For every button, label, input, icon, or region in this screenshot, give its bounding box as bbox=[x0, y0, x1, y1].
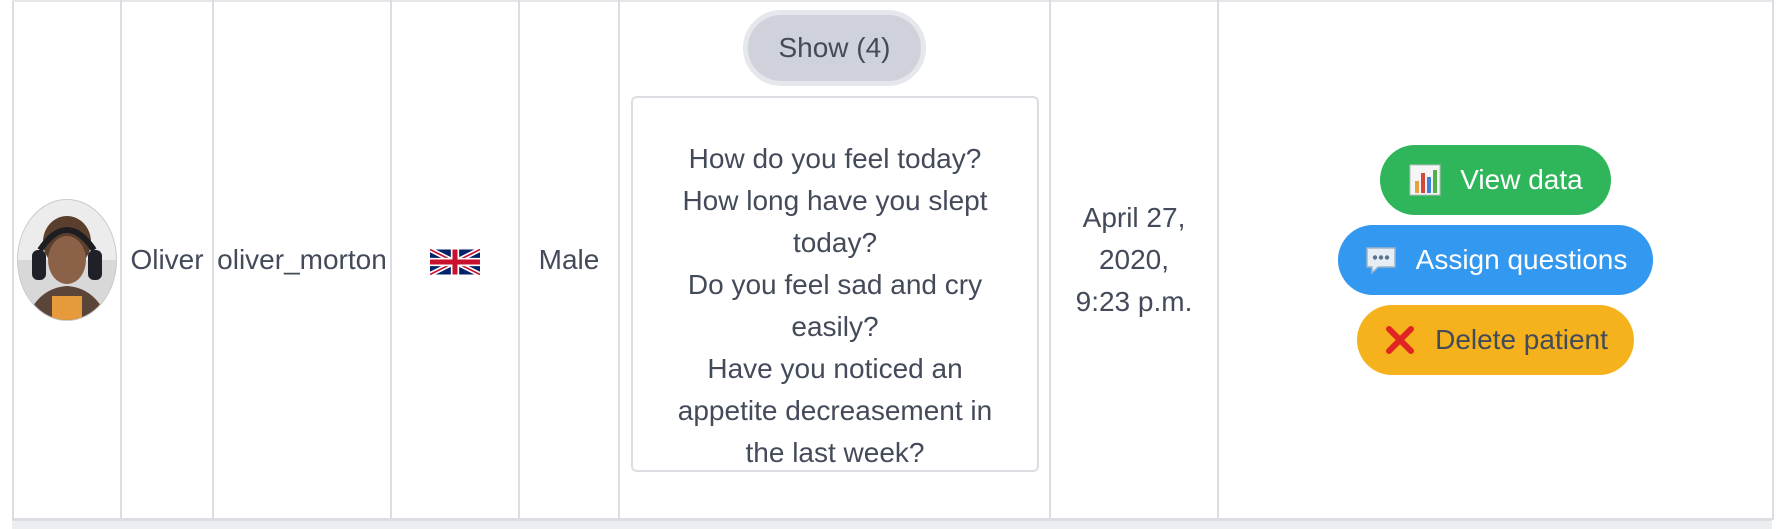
assign-questions-label: Assign questions bbox=[1415, 244, 1628, 275]
avatar-cell bbox=[12, 0, 122, 520]
gender-cell: Male bbox=[518, 0, 620, 520]
patients-table: Oliver oliver_morton Male Show (4) How d… bbox=[12, 0, 1774, 520]
avatar bbox=[17, 199, 117, 321]
delete-patient-label: Delete patient bbox=[1435, 324, 1608, 355]
patient-username: oliver_morton bbox=[217, 244, 387, 275]
registration-date: April 27, 2020, 9:23 p.m. bbox=[1075, 202, 1193, 317]
question-item: Have you noticed an appetite decreasemen… bbox=[677, 353, 993, 468]
uk-flag-icon bbox=[430, 248, 480, 275]
actions-group: View data Assign questions Delete patien… bbox=[1219, 145, 1772, 375]
question-item: Do you feel sad and cry easily? bbox=[687, 269, 983, 342]
questions-cell: Show (4) How do you feel today? How long… bbox=[618, 0, 1051, 520]
patient-name: Oliver bbox=[130, 244, 204, 275]
table-row: Oliver oliver_morton Male Show (4) How d… bbox=[12, 0, 1774, 520]
view-data-label: View data bbox=[1460, 164, 1583, 195]
patients-table-wrapper: Oliver oliver_morton Male Show (4) How d… bbox=[12, 0, 1774, 527]
view-data-button[interactable]: View data bbox=[1380, 145, 1611, 215]
question-item: How long have you slept today? bbox=[682, 185, 988, 258]
speech-bubble-icon bbox=[1365, 247, 1396, 275]
red-x-icon bbox=[1386, 326, 1415, 354]
date-cell: April 27, 2020, 9:23 p.m. bbox=[1049, 0, 1219, 520]
name-cell: Oliver bbox=[120, 0, 214, 520]
questions-list: How do you feel today? How long have you… bbox=[643, 138, 1027, 474]
patient-gender: Male bbox=[538, 244, 600, 275]
username-cell: oliver_morton bbox=[212, 0, 392, 520]
bar-chart-icon bbox=[1409, 164, 1441, 196]
delete-patient-button[interactable]: Delete patient bbox=[1357, 305, 1634, 375]
actions-cell: View data Assign questions Delete patien… bbox=[1217, 0, 1774, 520]
question-item: How do you feel today? bbox=[688, 143, 982, 174]
questions-box: How do you feel today? How long have you… bbox=[631, 96, 1039, 472]
next-row-edge bbox=[12, 519, 1772, 529]
language-cell bbox=[390, 0, 520, 520]
assign-questions-button[interactable]: Assign questions bbox=[1337, 225, 1654, 295]
show-questions-button[interactable]: Show (4) bbox=[743, 10, 926, 86]
avatar-image bbox=[18, 200, 116, 320]
